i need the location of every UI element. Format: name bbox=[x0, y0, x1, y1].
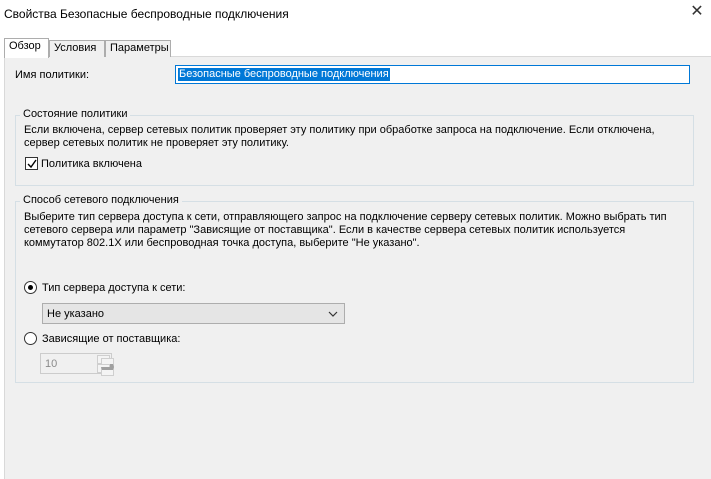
connection-method-description-line2: сетевого сервера или параметр "Зависящие… bbox=[24, 224, 626, 236]
nas-type-radio-label: Тип сервера доступа к сети: bbox=[42, 282, 186, 294]
policy-name-input[interactable]: Безопасные беспроводные подключения bbox=[175, 65, 690, 84]
policy-enabled-label: Политика включена bbox=[41, 158, 143, 170]
title-bar: Свойства Безопасные беспроводные подключ… bbox=[0, 0, 711, 30]
spinner-down-button[interactable] bbox=[97, 364, 114, 376]
close-icon[interactable]: ✕ bbox=[689, 4, 705, 20]
policy-state-description-line2: сервер сетевых политик не проверяет эту … bbox=[24, 137, 289, 149]
window-title: Свойства Безопасные беспроводные подключ… bbox=[4, 7, 289, 21]
policy-state-description-line1: Если включена, сервер сетевых политик пр… bbox=[24, 124, 655, 136]
vendor-specific-spinner[interactable]: 10 bbox=[40, 353, 114, 376]
radio-selected-dot bbox=[28, 285, 33, 290]
nas-type-radio[interactable] bbox=[24, 281, 37, 294]
tab-conditions[interactable]: Условия bbox=[49, 40, 105, 57]
policy-name-label: Имя политики: bbox=[15, 69, 90, 81]
arrow-down-icon bbox=[101, 367, 114, 376]
connection-method-description-line1: Выберите тип сервера доступа к сети, отп… bbox=[24, 211, 667, 223]
checkmark-icon bbox=[27, 159, 37, 169]
policy-name-value: Безопасные беспроводные подключения bbox=[178, 68, 390, 81]
policy-enabled-checkbox[interactable] bbox=[25, 157, 38, 170]
nas-type-dropdown[interactable]: Не указано bbox=[42, 303, 345, 324]
vendor-specific-value: 10 bbox=[45, 358, 58, 370]
tab-settings[interactable]: Параметры bbox=[105, 40, 171, 57]
connection-method-title: Способ сетевого подключения bbox=[20, 194, 182, 206]
connection-method-description-line3: коммутатор 802.1X или беспроводная точка… bbox=[24, 237, 420, 249]
chevron-down-icon bbox=[328, 311, 338, 317]
vendor-specific-radio[interactable] bbox=[24, 332, 37, 345]
policy-state-title: Состояние политики bbox=[20, 108, 131, 120]
nas-type-selected-value: Не указано bbox=[47, 308, 105, 320]
tab-overview[interactable]: Обзор bbox=[4, 38, 49, 58]
vendor-specific-radio-label: Зависящие от поставщика: bbox=[42, 333, 181, 345]
spinner-up-button[interactable] bbox=[97, 355, 114, 367]
